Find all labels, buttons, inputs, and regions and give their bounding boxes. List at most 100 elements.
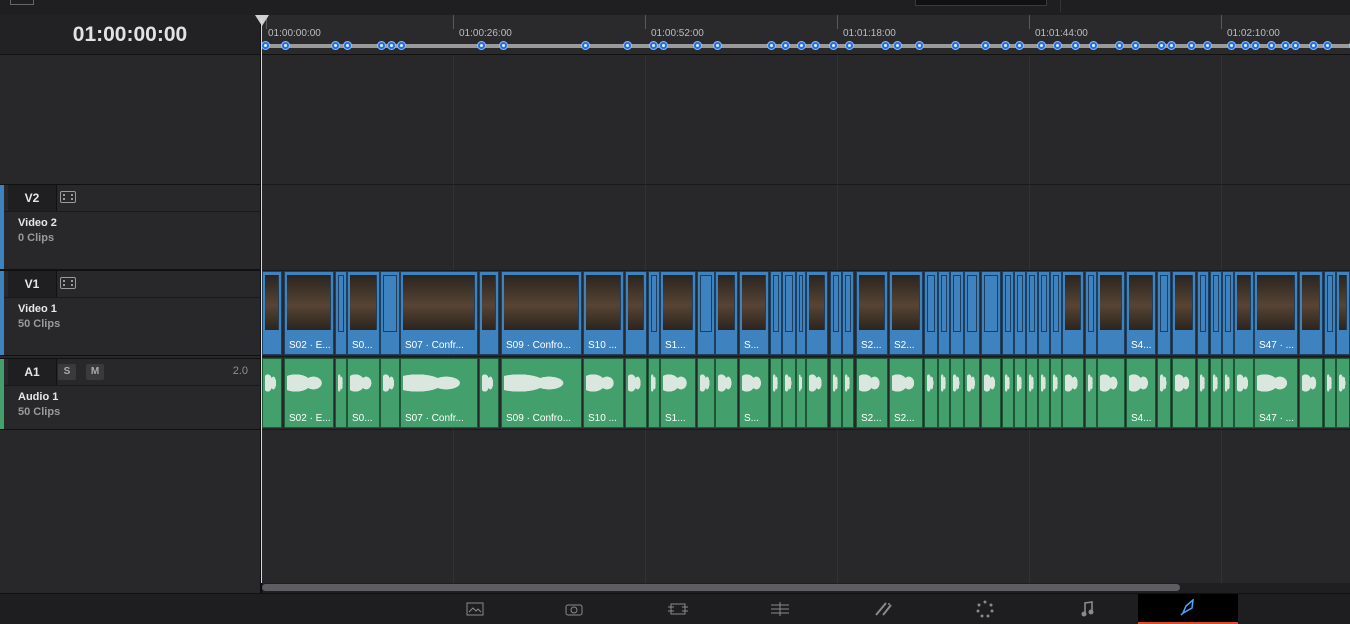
video-clip[interactable]: S07 · Confr... (400, 271, 478, 355)
video-clip[interactable] (697, 271, 715, 355)
color-page-icon[interactable] (833, 594, 933, 624)
video-clip[interactable] (830, 271, 842, 355)
audio-clip[interactable]: S1... (660, 358, 696, 428)
timeline-marker[interactable] (829, 41, 838, 50)
timeline-marker[interactable] (1281, 41, 1290, 50)
timeline-marker[interactable] (797, 41, 806, 50)
video-clip[interactable] (1336, 271, 1350, 355)
video-clip[interactable] (1157, 271, 1171, 355)
playhead-handle[interactable] (255, 15, 269, 26)
timeline-tracks[interactable]: S02 · E... S0... S07 · Confr... S09 · Confr… (262, 55, 1350, 583)
audio-clip[interactable] (1062, 358, 1084, 428)
timeline-marker[interactable] (1089, 41, 1098, 50)
video-clip[interactable] (1210, 271, 1222, 355)
timeline-marker[interactable] (1071, 41, 1080, 50)
timeline-marker[interactable] (713, 41, 722, 50)
timeline-marker[interactable] (1267, 41, 1276, 50)
solo-button[interactable]: S (58, 364, 76, 380)
audio-clip[interactable] (830, 358, 842, 428)
video-clip[interactable] (1085, 271, 1097, 355)
audio-clip[interactable]: S0... (347, 358, 380, 428)
audio-clip[interactable] (1002, 358, 1014, 428)
video-clip[interactable] (1050, 271, 1062, 355)
audio-clip[interactable] (1050, 358, 1062, 428)
timeline-marker[interactable] (893, 41, 902, 50)
video-clip[interactable] (806, 271, 828, 355)
track-id[interactable]: V1 (8, 271, 57, 297)
music-page-icon[interactable] (1037, 594, 1137, 624)
timeline-marker[interactable] (693, 41, 702, 50)
video-clip[interactable] (1014, 271, 1026, 355)
timeline-marker[interactable] (1241, 41, 1250, 50)
audio-clip[interactable] (1026, 358, 1038, 428)
media-page-icon[interactable] (425, 594, 525, 624)
video-clip[interactable] (1172, 271, 1196, 355)
timeline-marker[interactable] (1053, 41, 1062, 50)
audio-clip[interactable] (770, 358, 782, 428)
audio-clip[interactable]: S... (739, 358, 769, 428)
timeline-marker[interactable] (1157, 41, 1166, 50)
deliver-page-icon[interactable] (1138, 594, 1238, 624)
video-clip[interactable]: S1... (660, 271, 696, 355)
timeline-marker[interactable] (845, 41, 854, 50)
audio-clip[interactable]: S10 ... (583, 358, 624, 428)
video-clip[interactable] (1324, 271, 1336, 355)
audio-clip[interactable] (648, 358, 660, 428)
fusion-page-icon[interactable] (730, 594, 830, 624)
timeline-marker[interactable] (1015, 41, 1024, 50)
video-clip[interactable] (1197, 271, 1209, 355)
edit-page-icon[interactable] (628, 594, 728, 624)
video-clip[interactable] (796, 271, 806, 355)
timeline-marker[interactable] (767, 41, 776, 50)
timeline-marker[interactable] (1037, 41, 1046, 50)
audio-clip[interactable] (1157, 358, 1171, 428)
audio-clip[interactable] (1324, 358, 1336, 428)
audio-clip[interactable] (796, 358, 806, 428)
audio-clip[interactable] (938, 358, 950, 428)
audio-clip[interactable]: S4... (1126, 358, 1156, 428)
timeline-marker[interactable] (1323, 41, 1332, 50)
timeline-marker[interactable] (623, 41, 632, 50)
timeline-marker[interactable] (1203, 41, 1212, 50)
horizontal-scrollbar[interactable] (262, 583, 1350, 593)
audio-clip[interactable] (924, 358, 938, 428)
video-clip[interactable]: S0... (347, 271, 380, 355)
audio-clip[interactable] (262, 358, 282, 428)
audio-clip[interactable] (697, 358, 715, 428)
timeline-marker[interactable] (581, 41, 590, 50)
audio-clip[interactable] (1097, 358, 1125, 428)
audio-clip[interactable]: S47 · ... (1254, 358, 1298, 428)
track-header-v1[interactable]: V1 Video 1 50 Clips (0, 270, 260, 356)
timeline-marker[interactable] (1291, 41, 1300, 50)
film-icon[interactable] (60, 191, 76, 203)
track-header-a1[interactable]: A1 S M 2.0 Audio 1 50 Clips (0, 358, 260, 430)
timeline-ruler[interactable]: 01:00:00:00 01:00:26:00 01:00:52:00 01:0… (262, 15, 1350, 55)
video-clip[interactable] (1062, 271, 1084, 355)
audio-clip[interactable] (782, 358, 796, 428)
video-clip[interactable] (335, 271, 347, 355)
video-clip[interactable] (938, 271, 950, 355)
video-clip[interactable] (479, 271, 499, 355)
timeline-marker[interactable] (981, 41, 990, 50)
timeline-marker[interactable] (377, 41, 386, 50)
video-clip[interactable] (1026, 271, 1038, 355)
video-clip[interactable] (1002, 271, 1014, 355)
audio-clip[interactable] (1014, 358, 1026, 428)
audio-clip[interactable] (1234, 358, 1254, 428)
video-clip[interactable] (770, 271, 782, 355)
video-clip[interactable]: S09 · Confro... (501, 271, 582, 355)
audio-clip[interactable] (715, 358, 738, 428)
audio-clip[interactable] (1085, 358, 1097, 428)
video-clip[interactable] (924, 271, 938, 355)
video-clip[interactable] (842, 271, 854, 355)
audio-clip[interactable] (1172, 358, 1196, 428)
mute-button[interactable]: M (86, 364, 104, 380)
video-clip[interactable]: S4... (1126, 271, 1156, 355)
timeline-marker[interactable] (262, 41, 270, 50)
video-clip[interactable] (950, 271, 964, 355)
video-clip[interactable] (648, 271, 660, 355)
video-clip[interactable] (1299, 271, 1323, 355)
timeline-marker[interactable] (951, 41, 960, 50)
video-clip[interactable]: S02 · E... (284, 271, 334, 355)
video-clip[interactable] (262, 271, 282, 355)
